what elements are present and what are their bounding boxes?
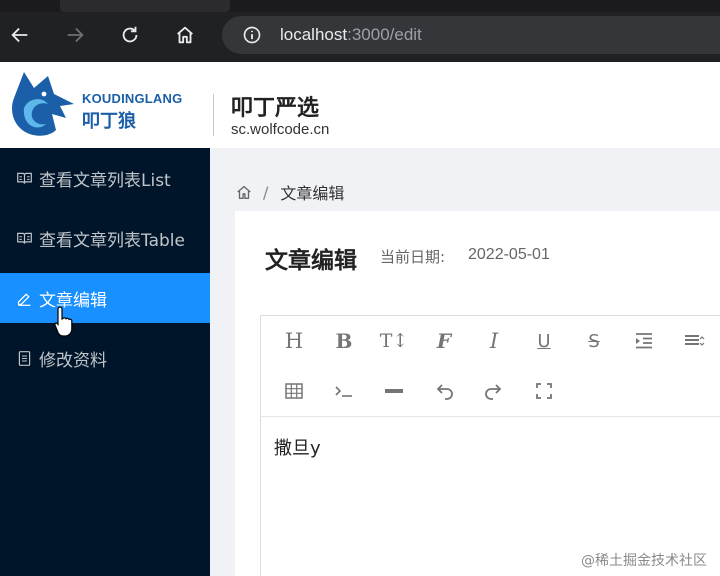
sidebar-item-label: 修改资料 bbox=[39, 350, 107, 371]
sidebar-item-article-table[interactable]: 查看文章列表Table bbox=[0, 213, 210, 263]
fullscreen-button[interactable] bbox=[529, 376, 559, 406]
editor-content[interactable]: 撒旦y bbox=[274, 434, 321, 460]
table-icon bbox=[285, 383, 303, 399]
breadcrumb-separator: / bbox=[263, 182, 269, 202]
reload-button[interactable] bbox=[115, 20, 145, 50]
brand-name-en: KOUDINGLANG bbox=[82, 91, 183, 106]
edit-icon bbox=[17, 293, 31, 306]
undo-button[interactable] bbox=[429, 376, 459, 406]
fullscreen-icon bbox=[536, 383, 552, 399]
table-button[interactable] bbox=[279, 376, 309, 406]
home-icon[interactable] bbox=[235, 183, 253, 201]
sidebar-item-article-list[interactable]: 查看文章列表List bbox=[0, 153, 210, 203]
sidebar-item-label: 查看文章列表List bbox=[39, 170, 171, 191]
browser-toolbar: localhost:3000/edit bbox=[0, 0, 720, 62]
editor-toolbar: H B T↕ F I U S bbox=[261, 316, 720, 417]
forward-button[interactable] bbox=[60, 20, 90, 50]
code-button[interactable] bbox=[329, 376, 359, 406]
indent-button[interactable] bbox=[629, 326, 659, 356]
site-url: sc.wolfcode.cn bbox=[231, 121, 330, 138]
watermark: @稀土掘金技术社区 bbox=[581, 553, 707, 569]
info-icon[interactable] bbox=[242, 25, 262, 45]
file-icon bbox=[18, 350, 31, 366]
date-label: 当前日期: bbox=[380, 248, 446, 266]
heading-button[interactable]: H bbox=[279, 326, 309, 356]
breadcrumb: / 文章编辑 bbox=[235, 180, 344, 204]
font-family-button[interactable]: F bbox=[429, 326, 459, 356]
url-path: :3000/edit bbox=[347, 25, 422, 44]
sidebar: 查看文章列表List 查看文章列表Table 文章编辑 修改资料 bbox=[0, 148, 210, 576]
horizontal-rule-button[interactable] bbox=[379, 376, 409, 406]
home-button[interactable] bbox=[170, 20, 200, 50]
browser-tab[interactable] bbox=[60, 0, 230, 12]
indent-icon bbox=[636, 333, 652, 349]
page-title: 文章编辑 bbox=[265, 248, 357, 274]
font-size-button[interactable]: T↕ bbox=[379, 326, 409, 356]
address-bar[interactable]: localhost:3000/edit bbox=[222, 16, 720, 54]
home-icon bbox=[177, 26, 193, 44]
arrow-left-icon bbox=[11, 27, 28, 43]
site-title: 叩丁严选 bbox=[231, 96, 320, 121]
strikethrough-button[interactable]: S bbox=[579, 326, 609, 356]
wolf-logo-icon[interactable] bbox=[8, 68, 76, 140]
horizontal-rule-icon bbox=[385, 389, 403, 393]
redo-icon bbox=[485, 384, 502, 400]
redo-button[interactable] bbox=[479, 376, 509, 406]
underline-button[interactable]: U bbox=[529, 326, 559, 356]
undo-icon bbox=[436, 384, 453, 400]
header-divider bbox=[213, 94, 214, 136]
reload-icon bbox=[122, 26, 138, 43]
sidebar-item-label: 查看文章列表Table bbox=[39, 230, 185, 251]
italic-button[interactable]: I bbox=[479, 326, 509, 356]
book-icon bbox=[17, 232, 32, 244]
line-height-icon bbox=[685, 335, 705, 346]
line-height-button[interactable] bbox=[679, 326, 709, 356]
book-icon bbox=[17, 172, 32, 184]
url-host: localhost bbox=[280, 25, 348, 44]
back-button[interactable] bbox=[5, 20, 35, 50]
date-value: 2022-05-01 bbox=[468, 246, 550, 263]
sidebar-item-article-edit[interactable]: 文章编辑 bbox=[0, 273, 210, 323]
brand-name-cn: 叩丁狼 bbox=[82, 111, 136, 132]
code-icon bbox=[335, 386, 352, 397]
content-card: 文章编辑 当前日期: 2022-05-01 H B T↕ F I U S 撒旦y bbox=[235, 211, 720, 576]
arrow-right-icon bbox=[67, 27, 84, 43]
rich-text-editor: H B T↕ F I U S 撒旦y bbox=[260, 315, 720, 576]
breadcrumb-current: 文章编辑 bbox=[280, 184, 345, 203]
sidebar-item-profile[interactable]: 修改资料 bbox=[0, 333, 210, 383]
bold-button[interactable]: B bbox=[329, 326, 359, 356]
app-header: KOUDINGLANG 叩丁狼 叩丁严选 sc.wolfcode.cn bbox=[0, 62, 720, 148]
hand-pointer-icon bbox=[54, 306, 73, 337]
